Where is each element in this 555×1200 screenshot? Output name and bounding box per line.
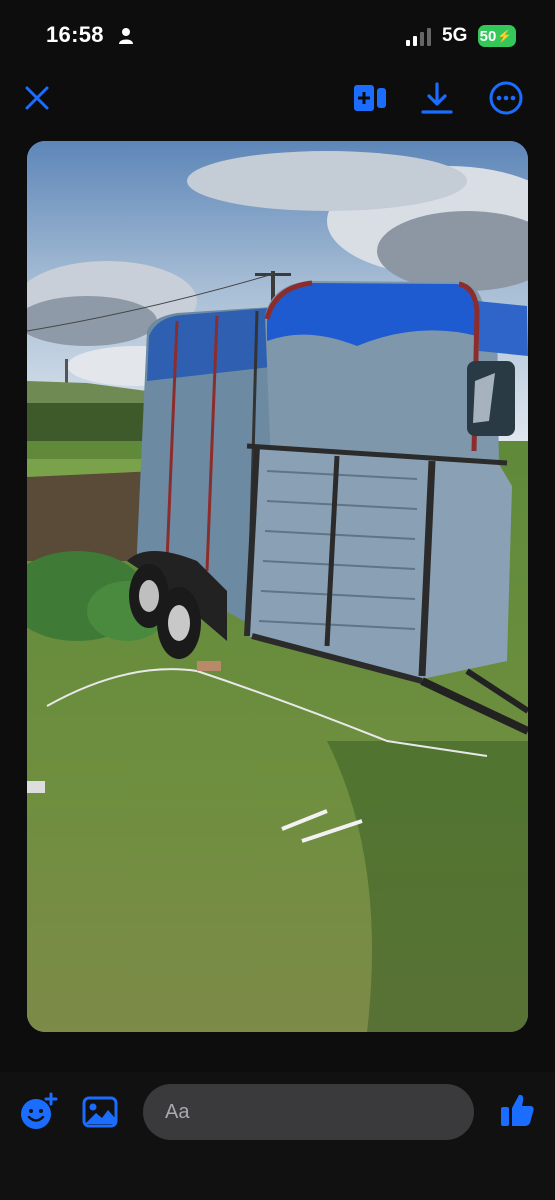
- like-button[interactable]: [495, 1088, 539, 1132]
- add-to-album-button[interactable]: [346, 74, 394, 122]
- add-to-album-icon: [354, 85, 386, 111]
- status-time: 16:58: [46, 22, 104, 47]
- like-thumbs-up-icon: [501, 1094, 534, 1126]
- person-icon: [119, 28, 133, 44]
- close-button[interactable]: [13, 74, 61, 122]
- add-sticker-icon: [21, 1092, 58, 1129]
- close-icon: [25, 86, 49, 110]
- charging-bolt-icon: ⚡: [497, 29, 513, 43]
- more-options-button[interactable]: [482, 74, 530, 122]
- message-composer: [0, 1072, 555, 1200]
- gallery-icon: [82, 1096, 118, 1128]
- photo-viewer[interactable]: [27, 141, 528, 1032]
- download-button[interactable]: [413, 74, 461, 122]
- photo-of-horse-trailer-in-field: [27, 141, 528, 1032]
- network-type: 5G: [442, 25, 468, 46]
- add-sticker-button[interactable]: [16, 1090, 60, 1134]
- more-options-icon: [489, 81, 523, 115]
- viewer-toolbar: [0, 74, 555, 124]
- gallery-button[interactable]: [78, 1090, 122, 1134]
- battery-indicator: 50 ⚡: [478, 25, 516, 47]
- battery-level: 50: [479, 27, 497, 45]
- signal-icon: [406, 28, 431, 46]
- status-bar: 16:58 5G 50 ⚡: [0, 0, 555, 70]
- download-icon: [421, 82, 453, 114]
- message-input[interactable]: [143, 1084, 474, 1140]
